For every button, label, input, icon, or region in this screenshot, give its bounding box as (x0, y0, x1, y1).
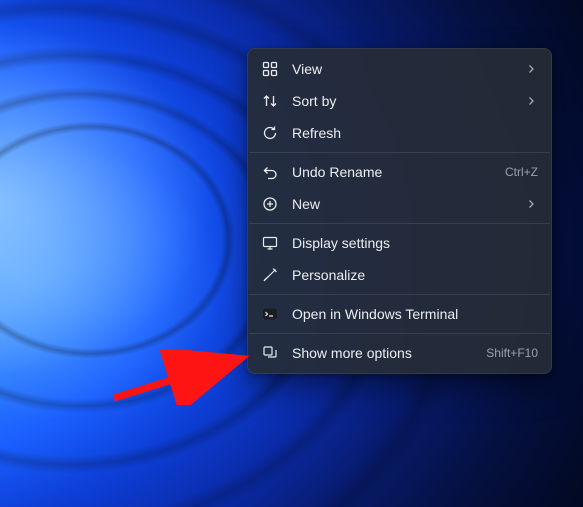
menu-item-shortcut: Ctrl+Z (505, 165, 538, 179)
menu-divider (249, 294, 550, 295)
terminal-icon (261, 305, 279, 323)
menu-item-personalize[interactable]: Personalize (248, 259, 551, 291)
sort-icon (261, 92, 279, 110)
menu-item-label: Undo Rename (292, 164, 495, 180)
menu-item-view[interactable]: View (248, 53, 551, 85)
view-grid-icon (261, 60, 279, 78)
menu-item-undo-rename[interactable]: Undo Rename Ctrl+Z (248, 156, 551, 188)
menu-item-open-terminal[interactable]: Open in Windows Terminal (248, 298, 551, 330)
show-more-icon (261, 344, 279, 362)
refresh-icon (261, 124, 279, 142)
menu-divider (249, 223, 550, 224)
menu-item-shortcut: Shift+F10 (486, 346, 538, 360)
menu-item-refresh[interactable]: Refresh (248, 117, 551, 149)
menu-item-label: Display settings (292, 235, 538, 251)
menu-item-label: New (292, 196, 514, 212)
menu-item-sort-by[interactable]: Sort by (248, 85, 551, 117)
display-settings-icon (261, 234, 279, 252)
menu-item-label: View (292, 61, 514, 77)
menu-item-label: Refresh (292, 125, 538, 141)
menu-divider (249, 152, 550, 153)
chevron-right-icon (524, 199, 538, 209)
undo-icon (261, 163, 279, 181)
menu-item-show-more-options[interactable]: Show more options Shift+F10 (248, 337, 551, 369)
menu-item-display-settings[interactable]: Display settings (248, 227, 551, 259)
menu-item-label: Open in Windows Terminal (292, 306, 538, 322)
personalize-brush-icon (261, 266, 279, 284)
menu-divider (249, 333, 550, 334)
menu-item-label: Personalize (292, 267, 538, 283)
chevron-right-icon (524, 64, 538, 74)
menu-item-label: Sort by (292, 93, 514, 109)
chevron-right-icon (524, 96, 538, 106)
menu-item-label: Show more options (292, 345, 476, 361)
desktop-context-menu: View Sort by Refresh Undo Rena (247, 48, 552, 374)
new-plus-icon (261, 195, 279, 213)
menu-item-new[interactable]: New (248, 188, 551, 220)
